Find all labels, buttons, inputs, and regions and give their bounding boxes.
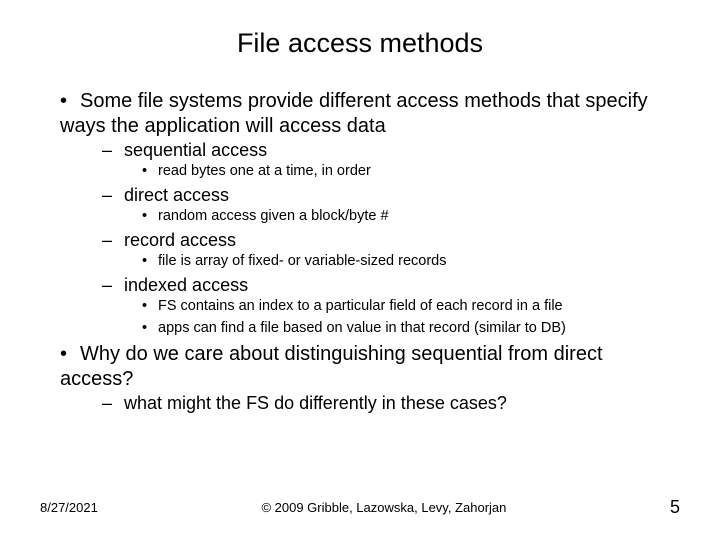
bullet-l3: •apps can find a file based on value in … [142, 319, 660, 339]
bullet-l3: •file is array of fixed- or variable-siz… [142, 252, 660, 272]
bullet-text: direct access [124, 185, 229, 205]
dash-icon: – [102, 392, 124, 415]
footer-date: 8/27/2021 [40, 500, 98, 515]
dot-icon: • [142, 319, 158, 339]
dash-icon: – [102, 139, 124, 162]
bullet-text: sequential access [124, 140, 267, 160]
bullet-l3: •read bytes one at a time, in order [142, 162, 660, 182]
bullet-text: random access given a block/byte # [158, 208, 389, 224]
bullet-l1: •Some file systems provide different acc… [60, 89, 660, 338]
footer: 8/27/2021 © 2009 Gribble, Lazowska, Levy… [0, 497, 720, 518]
bullet-text: record access [124, 230, 236, 250]
dash-icon: – [102, 274, 124, 297]
slide: File access methods •Some file systems p… [0, 0, 720, 540]
footer-page-number: 5 [670, 497, 680, 518]
bullet-text: apps can find a file based on value in t… [158, 320, 566, 336]
bullet-text: what might the FS do differently in thes… [124, 393, 507, 413]
bullet-text: read bytes one at a time, in order [158, 163, 371, 179]
dot-icon: • [142, 297, 158, 317]
dash-icon: – [102, 184, 124, 207]
bullet-l2: –direct access •random access given a bl… [102, 184, 660, 227]
bullet-text: FS contains an index to a particular fie… [158, 298, 563, 314]
bullet-l2: –indexed access •FS contains an index to… [102, 274, 660, 339]
slide-title: File access methods [40, 28, 680, 59]
slide-content: •Some file systems provide different acc… [40, 89, 680, 416]
bullet-l3: •random access given a block/byte # [142, 207, 660, 227]
dot-icon: • [142, 207, 158, 227]
dot-icon: • [142, 252, 158, 272]
bullet-l2: –record access •file is array of fixed- … [102, 229, 660, 272]
bullet-l2: –sequential access •read bytes one at a … [102, 139, 660, 182]
bullet-text: indexed access [124, 275, 248, 295]
bullet-l3: •FS contains an index to a particular fi… [142, 297, 660, 317]
bullet-icon: • [60, 342, 80, 367]
bullet-text: file is array of fixed- or variable-size… [158, 253, 447, 269]
footer-copyright: © 2009 Gribble, Lazowska, Levy, Zahorjan [98, 500, 670, 515]
dot-icon: • [142, 162, 158, 182]
bullet-text: Some file systems provide different acce… [60, 90, 648, 137]
bullet-text: Why do we care about distinguishing sequ… [60, 343, 603, 390]
dash-icon: – [102, 229, 124, 252]
bullet-icon: • [60, 89, 80, 114]
bullet-l2: –what might the FS do differently in the… [102, 392, 660, 415]
bullet-l1: •Why do we care about distinguishing seq… [60, 342, 660, 415]
